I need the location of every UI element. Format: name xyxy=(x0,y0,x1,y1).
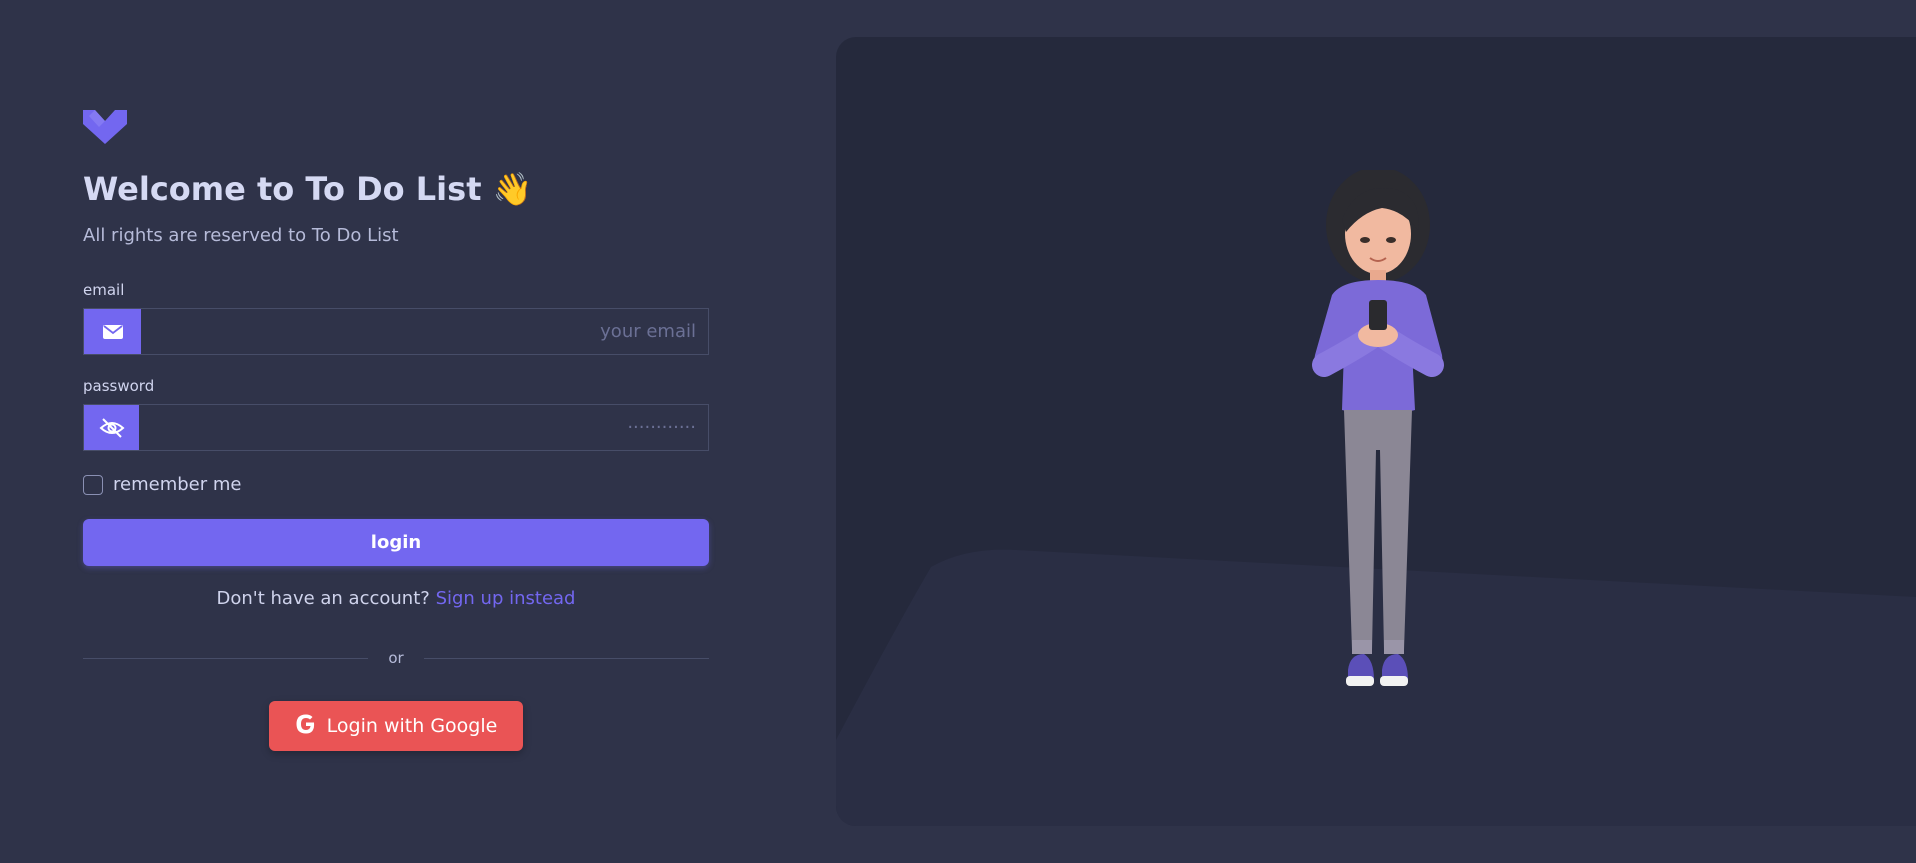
login-form-area: Welcome to To Do List 👋 All rights are r… xyxy=(83,0,710,863)
signup-prompt-text: Don't have an account? xyxy=(216,588,430,609)
login-button[interactable]: login xyxy=(83,519,709,566)
woman-with-phone-illustration xyxy=(1312,170,1444,686)
password-input-group xyxy=(83,404,709,451)
logo-icon xyxy=(83,110,127,144)
google-login-button[interactable]: Login with Google xyxy=(269,701,523,751)
page-title: Welcome to To Do List 👋 xyxy=(83,170,533,208)
email-input-group xyxy=(83,308,709,355)
divider: or xyxy=(83,646,710,670)
password-input[interactable] xyxy=(139,405,708,450)
google-icon xyxy=(295,713,317,739)
eye-off-icon[interactable] xyxy=(84,405,139,450)
google-login-label: Login with Google xyxy=(326,715,498,737)
page-subtitle: All rights are reserved to To Do List xyxy=(83,225,399,246)
divider-text: or xyxy=(388,649,404,667)
divider-line-left xyxy=(83,657,369,659)
signup-prompt: Don't have an account? Sign up instead xyxy=(83,588,709,609)
remember-me-checkbox[interactable] xyxy=(83,474,103,495)
remember-me: remember me xyxy=(83,474,241,495)
illustration-panel xyxy=(836,37,1916,826)
email-label: email xyxy=(83,281,125,299)
password-label: password xyxy=(83,377,155,395)
envelope-icon xyxy=(84,309,141,354)
signup-link[interactable]: Sign up instead xyxy=(436,588,576,609)
divider-line-right xyxy=(423,657,710,659)
email-input[interactable] xyxy=(141,309,708,354)
remember-me-label[interactable]: remember me xyxy=(113,474,241,495)
